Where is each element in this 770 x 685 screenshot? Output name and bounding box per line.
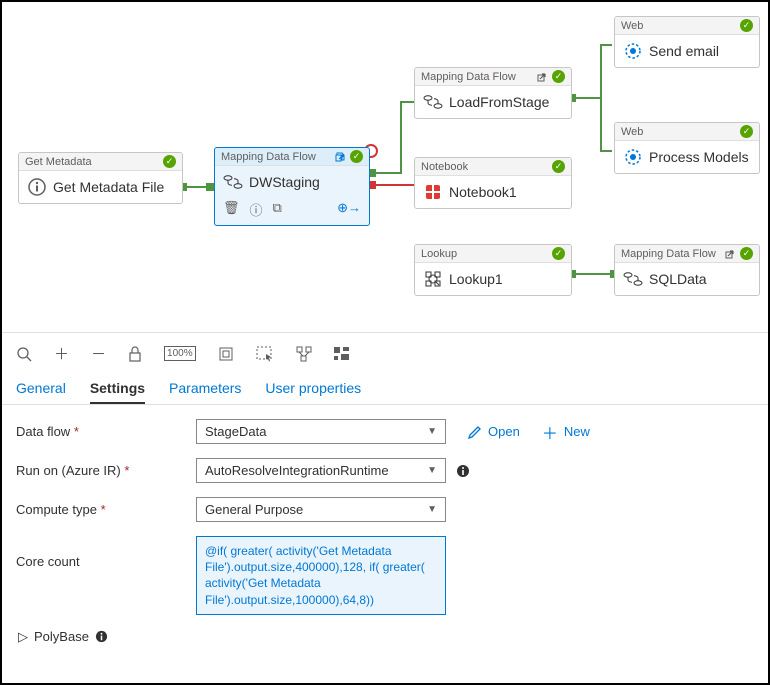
activity-type-label: Web — [621, 20, 643, 32]
activity-title: Send email — [649, 43, 719, 59]
select-region-icon[interactable] — [256, 346, 274, 362]
activity-title: LoadFromStage — [449, 94, 549, 110]
delete-icon[interactable]: 🗑 — [223, 200, 240, 219]
activity-type-label: Notebook — [421, 161, 468, 173]
status-success-icon: ✓ — [350, 150, 363, 163]
open-external-icon[interactable] — [334, 151, 346, 163]
layout-icon[interactable] — [334, 347, 350, 361]
canvas-toolbar: ＋ － 100% — [2, 332, 768, 374]
activity-sql-data[interactable]: Mapping Data Flow ✓ SQLData — [614, 244, 760, 296]
notebook-icon — [423, 182, 443, 202]
status-success-icon: ✓ — [552, 160, 565, 173]
runon-label: Run on (Azure IR) * — [16, 463, 196, 478]
lock-icon[interactable] — [128, 346, 142, 362]
settings-form: Data flow * StageData▼ Open ＋New Run on … — [2, 405, 768, 659]
expand-icon[interactable]: ▷ — [18, 629, 28, 645]
activity-title: SQLData — [649, 271, 707, 287]
status-success-icon: ✓ — [740, 247, 753, 260]
zoom-out-icon[interactable]: － — [91, 343, 106, 364]
activity-title: Get Metadata File — [53, 179, 164, 195]
info-icon — [27, 177, 47, 197]
pipeline-canvas[interactable]: Get Metadata ✓ Get Metadata File Mapping… — [2, 2, 768, 332]
activity-type-label: Lookup — [421, 248, 457, 260]
status-success-icon: ✓ — [163, 155, 176, 168]
activity-type-label: Get Metadata — [25, 156, 92, 168]
core-count-expression[interactable]: @if( greater( activity('Get Metadata Fil… — [196, 536, 446, 615]
fit-screen-icon[interactable] — [218, 346, 234, 362]
dataflow-icon — [623, 269, 643, 289]
lookup-icon — [423, 269, 443, 289]
dataflow-icon — [223, 172, 243, 192]
activity-type-label: Mapping Data Flow — [621, 248, 716, 260]
activity-notebook[interactable]: Notebook ✓ Notebook1 — [414, 157, 572, 209]
dataflow-label: Data flow * — [16, 424, 196, 439]
activity-load-from-stage[interactable]: Mapping Data Flow ✓ LoadFromStage — [414, 67, 572, 119]
status-success-icon: ✓ — [740, 125, 753, 138]
copy-icon[interactable]: ⧉ — [273, 200, 282, 219]
tab-settings[interactable]: Settings — [90, 374, 145, 404]
new-dataflow-button[interactable]: ＋New — [542, 420, 590, 444]
tab-user-properties[interactable]: User properties — [265, 374, 361, 404]
activity-title: Lookup1 — [449, 271, 503, 287]
info-icon[interactable] — [456, 464, 470, 478]
core-count-label: Core count — [16, 536, 196, 569]
status-success-icon: ✓ — [740, 19, 753, 32]
activity-lookup[interactable]: Lookup ✓ Lookup1 — [414, 244, 572, 296]
zoom-100-icon[interactable]: 100% — [164, 346, 196, 361]
zoom-in-icon[interactable]: ＋ — [54, 343, 69, 364]
status-success-icon: ✓ — [552, 247, 565, 260]
dataflow-select[interactable]: StageData▼ — [196, 419, 446, 444]
activity-title: Notebook1 — [449, 184, 517, 200]
activity-process-models[interactable]: Web ✓ Process Models — [614, 122, 760, 174]
add-dependency-icon[interactable]: ⊕→ — [337, 200, 361, 219]
open-external-icon[interactable] — [536, 71, 548, 83]
activity-type-label: Web — [621, 126, 643, 138]
compute-type-label: Compute type * — [16, 502, 196, 517]
open-external-icon[interactable] — [724, 248, 736, 260]
auto-align-icon[interactable] — [296, 346, 312, 362]
open-dataflow-button[interactable]: Open — [468, 424, 520, 439]
info2-icon[interactable]: ⓘ — [250, 200, 263, 219]
activity-title: Process Models — [649, 149, 749, 165]
activity-send-email[interactable]: Web ✓ Send email — [614, 16, 760, 68]
compute-type-select[interactable]: General Purpose▼ — [196, 497, 446, 522]
activity-title: DWStaging — [249, 174, 320, 190]
tab-general[interactable]: General — [16, 374, 66, 404]
polybase-label: PolyBase — [34, 629, 89, 644]
info-icon[interactable] — [95, 630, 108, 643]
activity-dw-staging[interactable]: Mapping Data Flow ✓ DWStaging 🗑 ⓘ ⧉ ⊕→ — [214, 147, 370, 226]
activity-type-label: Mapping Data Flow — [421, 71, 516, 83]
activity-type-label: Mapping Data Flow — [221, 151, 316, 163]
search-icon[interactable] — [16, 346, 32, 362]
integration-runtime-select[interactable]: AutoResolveIntegrationRuntime▼ — [196, 458, 446, 483]
tab-parameters[interactable]: Parameters — [169, 374, 241, 404]
dataflow-icon — [423, 92, 443, 112]
activity-get-metadata[interactable]: Get Metadata ✓ Get Metadata File — [18, 152, 183, 204]
status-success-icon: ✓ — [552, 70, 565, 83]
properties-tabs: General Settings Parameters User propert… — [2, 374, 768, 405]
web-icon — [623, 41, 643, 61]
web-icon — [623, 147, 643, 167]
